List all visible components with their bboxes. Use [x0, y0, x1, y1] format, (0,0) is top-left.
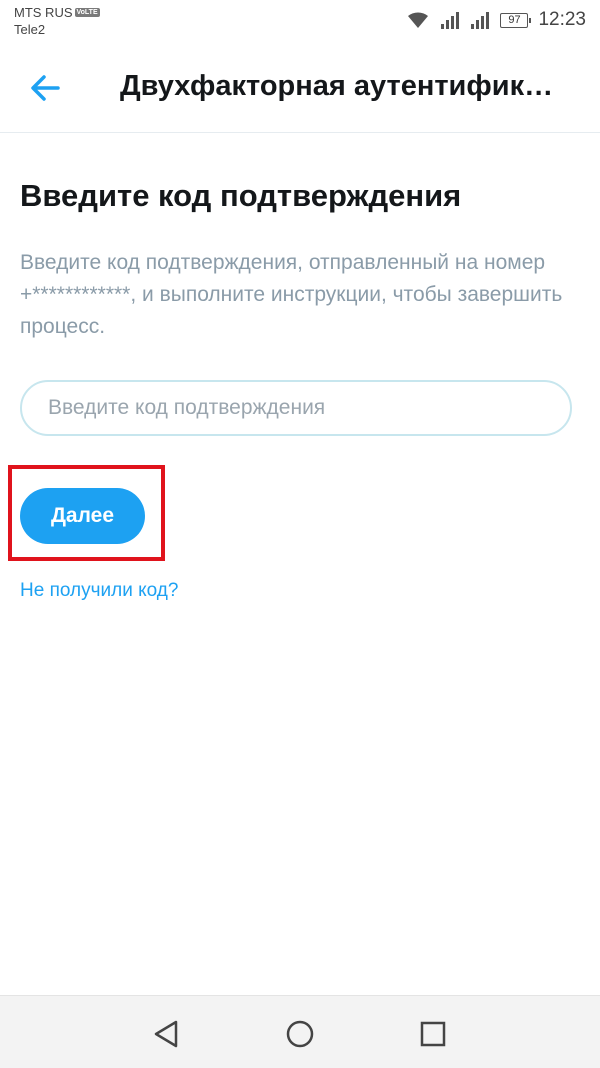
nav-recents-button[interactable] — [415, 1016, 451, 1052]
page-title: Двухфакторная аутентифик… — [120, 70, 554, 102]
system-nav-bar — [0, 995, 600, 1068]
back-button[interactable] — [24, 66, 68, 110]
next-button[interactable]: Далее — [20, 488, 145, 544]
wifi-icon — [408, 12, 429, 28]
home-circle-icon — [286, 1020, 314, 1048]
back-triangle-icon — [154, 1020, 178, 1048]
battery-icon: 97 — [500, 12, 532, 28]
nav-back-button[interactable] — [148, 1016, 184, 1052]
signal-icon — [471, 12, 490, 29]
app-bar: Двухфакторная аутентифик… — [0, 40, 600, 133]
carrier-primary-label: MTS RUS — [14, 5, 73, 20]
carrier-primary: MTS RUS VoLTE — [14, 5, 100, 20]
arrow-left-icon — [31, 75, 60, 101]
verification-code-input[interactable] — [20, 380, 572, 436]
signal-icon — [441, 12, 460, 29]
instructions-text: Введите код подтверждения, отправленный … — [20, 251, 563, 338]
resend-code-link[interactable]: Не получили код? — [20, 580, 178, 602]
carrier-secondary: Tele2 — [14, 22, 46, 37]
recents-square-icon — [420, 1021, 446, 1047]
section-heading: Введите код подтверждения — [20, 178, 462, 213]
clock: 12:23 — [538, 9, 586, 30]
nav-home-button[interactable] — [282, 1016, 318, 1052]
status-icons: 97 12:23 — [406, 9, 586, 31]
volte-badge: VoLTE — [74, 8, 100, 17]
status-bar: MTS RUS VoLTE Tele2 97 12:23 — [0, 0, 600, 40]
